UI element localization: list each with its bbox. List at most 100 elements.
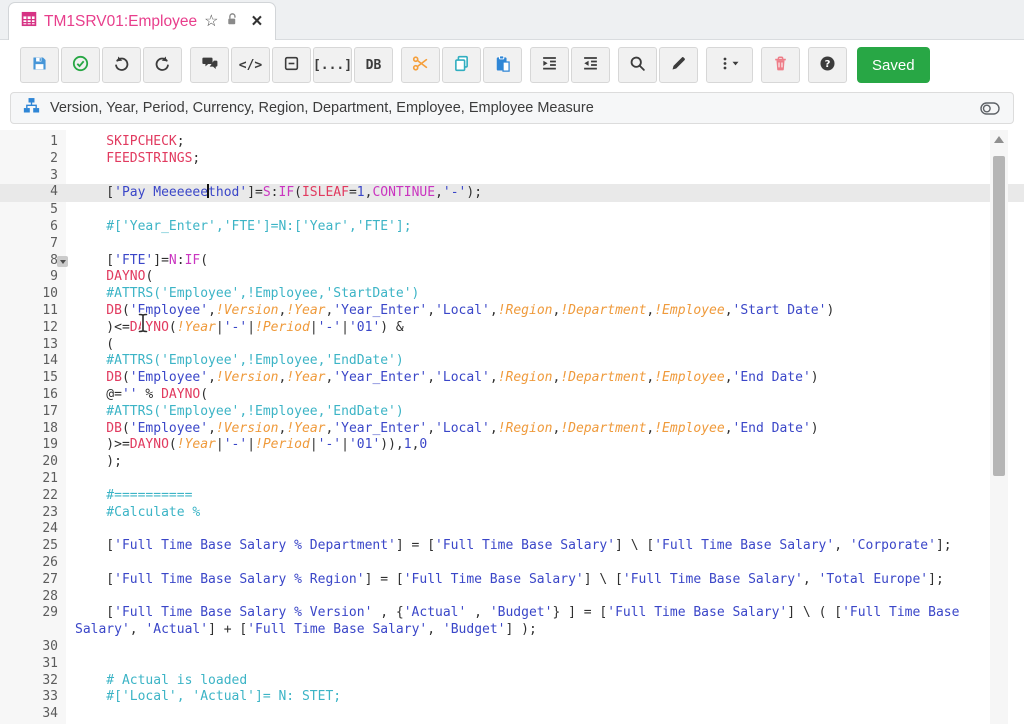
rule-code-editor[interactable]: 1SKIPCHECK;2FEEDSTRINGS;34['Pay Meeeeeet… — [0, 130, 1024, 724]
star-icon[interactable]: ☆ — [204, 14, 218, 30]
code-line[interactable]: 32# Actual is loaded — [0, 673, 1024, 690]
toolbar-group — [20, 47, 184, 83]
scrollbar-thumb[interactable] — [993, 156, 1005, 476]
code-line-content — [66, 521, 1024, 538]
code-line[interactable]: 9DAYNO( — [0, 269, 1024, 286]
code-line[interactable]: 31 — [0, 656, 1024, 673]
code-line[interactable]: 14#ATTRS('Employee',!Employee,'EndDate') — [0, 353, 1024, 370]
fold-toggle-icon[interactable] — [57, 256, 68, 267]
comment-button[interactable] — [190, 47, 229, 83]
indent-button[interactable] — [530, 47, 569, 83]
toolbar-group — [761, 47, 802, 83]
code-button[interactable]: </> — [231, 47, 270, 83]
collapse-button[interactable] — [272, 47, 311, 83]
code-line[interactable]: 28 — [0, 589, 1024, 606]
code-line[interactable]: 16@='' % DAYNO( — [0, 387, 1024, 404]
line-number: 29 — [0, 605, 66, 639]
paste-button[interactable] — [483, 47, 522, 83]
outdent-button[interactable] — [571, 47, 610, 83]
code-line[interactable]: 34 — [0, 706, 1024, 723]
line-number: 7 — [0, 236, 66, 253]
unlock-icon[interactable] — [225, 12, 240, 32]
code-line[interactable]: 2FEEDSTRINGS; — [0, 151, 1024, 168]
code-line[interactable]: 30 — [0, 639, 1024, 656]
help-button[interactable]: ? — [808, 47, 847, 83]
code-line[interactable]: 7 — [0, 236, 1024, 253]
code-line-content: DB('Employee',!Version,!Year,'Year_Enter… — [66, 303, 1024, 320]
save-button[interactable] — [20, 47, 59, 83]
code-line[interactable]: 19)>=DAYNO(!Year|'-'|!Period|'-'|'01')),… — [0, 437, 1024, 454]
code-line-content: DAYNO( — [66, 269, 1024, 286]
close-icon[interactable]: × — [251, 12, 262, 31]
db-button[interactable]: DB — [354, 47, 393, 83]
code-line[interactable]: 10#ATTRS('Employee',!Employee,'StartDate… — [0, 286, 1024, 303]
cube-grid-icon — [21, 11, 37, 32]
code-line[interactable]: 12)<=DAYNO(!Year|'-'|!Period|'-'|'01') & — [0, 320, 1024, 337]
tab-bar: TM1SRV01:Employee ☆ × — [0, 0, 1024, 40]
toolbar-group — [706, 47, 755, 83]
indent-icon — [541, 55, 558, 75]
code-line[interactable]: 26 — [0, 555, 1024, 572]
cut-button[interactable] — [401, 47, 440, 83]
code-line-content — [66, 168, 1024, 185]
find-button[interactable] — [618, 47, 657, 83]
code-line[interactable]: 20); — [0, 454, 1024, 471]
code-tag-icon: </> — [239, 58, 262, 73]
validate-button[interactable] — [61, 47, 100, 83]
code-line[interactable]: 4['Pay Meeeeeethod']=S:IF(ISLEAF=1,CONTI… — [0, 184, 1024, 202]
undo-button[interactable] — [102, 47, 141, 83]
edit-button[interactable] — [659, 47, 698, 83]
tab-title: TM1SRV01:Employee — [44, 13, 197, 31]
code-line[interactable]: 18DB('Employee',!Version,!Year,'Year_Ent… — [0, 421, 1024, 438]
line-number: 15 — [0, 370, 66, 387]
line-number: 6 — [0, 219, 66, 236]
tab-tm1srv01-employee[interactable]: TM1SRV01:Employee ☆ × — [8, 2, 276, 40]
code-line-content: SKIPCHECK; — [66, 134, 1024, 151]
code-line[interactable]: 5 — [0, 202, 1024, 219]
trash-icon — [772, 55, 789, 75]
redo-button[interactable] — [143, 47, 182, 83]
line-number: 28 — [0, 589, 66, 606]
code-line[interactable]: 21 — [0, 471, 1024, 488]
code-line[interactable]: 23#Calculate % — [0, 505, 1024, 522]
code-line-content: #========== — [66, 488, 1024, 505]
line-number: 1 — [0, 134, 66, 151]
kebab-caret-icon — [718, 55, 742, 75]
code-line[interactable]: 25['Full Time Base Salary % Department']… — [0, 538, 1024, 555]
vertical-scrollbar[interactable] — [990, 130, 1008, 724]
code-line-content: #Calculate % — [66, 505, 1024, 522]
undo-icon — [113, 55, 130, 75]
scroll-up-arrow-icon[interactable] — [994, 136, 1004, 143]
line-number: 26 — [0, 555, 66, 572]
code-line-content: ['Full Time Base Salary % Department'] =… — [66, 538, 1024, 555]
code-line[interactable]: 24 — [0, 521, 1024, 538]
placeholder-button[interactable]: [...] — [313, 47, 352, 83]
code-line[interactable]: 8['FTE']=N:IF( — [0, 253, 1024, 270]
code-line[interactable]: 22#========== — [0, 488, 1024, 505]
toggle-icon[interactable] — [979, 99, 1001, 117]
toolbar-group — [618, 47, 700, 83]
more-button[interactable] — [706, 47, 753, 83]
rule-editor-toolbar: </> [...]DB? Saved — [0, 40, 1024, 90]
delete-button[interactable] — [761, 47, 800, 83]
code-line[interactable]: 17#ATTRS('Employee',!Employee,'EndDate') — [0, 404, 1024, 421]
redo-icon — [154, 55, 171, 75]
code-line[interactable]: 1SKIPCHECK; — [0, 134, 1024, 151]
code-line[interactable]: 11DB('Employee',!Version,!Year,'Year_Ent… — [0, 303, 1024, 320]
code-line[interactable]: 6#['Year_Enter','FTE']=N:['Year','FTE']; — [0, 219, 1024, 236]
dimension-bar[interactable]: Version, Year, Period, Currency, Region,… — [10, 92, 1014, 124]
code-line-content: # Actual is loaded — [66, 673, 1024, 690]
code-line[interactable]: 15DB('Employee',!Version,!Year,'Year_Ent… — [0, 370, 1024, 387]
code-line[interactable]: 27['Full Time Base Salary % Region'] = [… — [0, 572, 1024, 589]
code-line[interactable]: 13( — [0, 337, 1024, 354]
code-line[interactable]: 29['Full Time Base Salary % Version' , {… — [0, 605, 1024, 639]
line-number: 9 — [0, 269, 66, 286]
toolbar-group — [530, 47, 612, 83]
comment-icon — [201, 55, 219, 75]
code-line[interactable]: 3 — [0, 168, 1024, 185]
code-line[interactable]: 33#['Local', 'Actual']= N: STET; — [0, 689, 1024, 706]
saved-button[interactable]: Saved — [857, 47, 930, 83]
code-line-content: ['Full Time Base Salary % Region'] = ['F… — [66, 572, 1024, 589]
copy-button[interactable] — [442, 47, 481, 83]
line-number: 3 — [0, 168, 66, 185]
